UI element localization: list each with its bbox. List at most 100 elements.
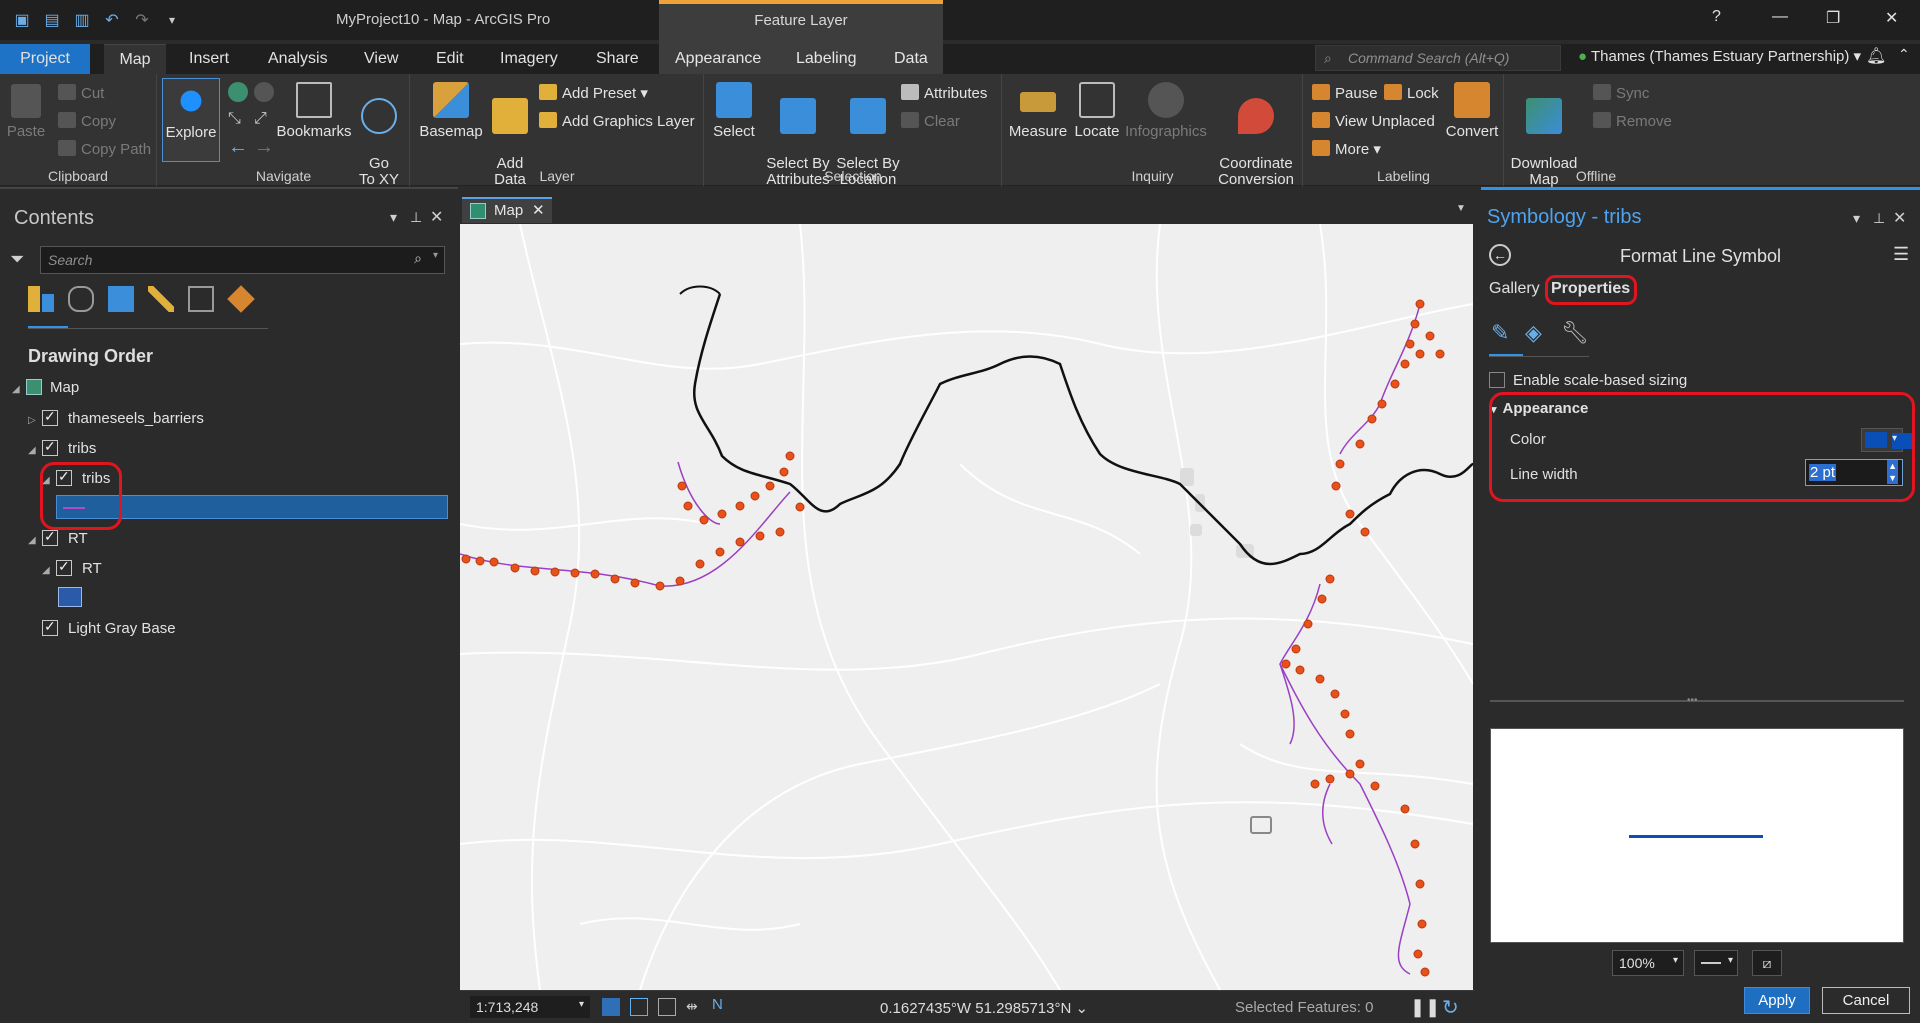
visibility-checkbox[interactable] — [42, 408, 58, 426]
minimize-button[interactable]: — — [1772, 8, 1788, 26]
pause-labeling-button[interactable]: Pause — [1312, 84, 1378, 102]
zoom-to-selected-icon[interactable] — [254, 82, 274, 102]
toc-layer-basemap[interactable]: Light Gray Base — [28, 618, 176, 637]
toc-map[interactable]: ◢ Map — [12, 379, 79, 396]
scale-based-sizing-checkbox[interactable] — [1489, 372, 1505, 388]
expand-icon[interactable]: ▷ — [28, 415, 42, 426]
locate-button[interactable]: Locate — [1071, 82, 1123, 140]
copy-path-button[interactable]: Copy Path — [58, 140, 151, 158]
tab-view[interactable]: View — [364, 44, 398, 74]
visibility-checkbox[interactable] — [42, 438, 58, 456]
full-extent-icon[interactable] — [228, 82, 248, 102]
north-arrow-icon[interactable]: N — [712, 996, 723, 1013]
collapse-icon[interactable]: ◢ — [42, 565, 56, 576]
preview-zoom-select[interactable]: 100% ▾ — [1612, 950, 1684, 976]
infographics-button[interactable]: Infographics — [1123, 82, 1209, 140]
tab-share[interactable]: Share — [596, 44, 639, 74]
convert-button[interactable]: Convert — [1444, 82, 1500, 140]
toc-layer-rt[interactable]: ◢ RT — [42, 558, 102, 577]
save-icon[interactable]: ▥ — [70, 8, 94, 32]
visibility-checkbox[interactable] — [42, 618, 58, 636]
contents-search-input[interactable]: Search ⌕ ▾ — [40, 246, 445, 274]
attributes-button[interactable]: Attributes — [901, 84, 987, 102]
layers-tab-icon[interactable]: ◈ — [1525, 320, 1551, 346]
fixed-zoom-in-icon[interactable]: ⤡ — [228, 110, 248, 130]
scale-based-sizing-option[interactable]: Enable scale-based sizing — [1489, 372, 1687, 389]
tab-labeling[interactable]: Labeling — [796, 44, 857, 74]
close-pane-icon[interactable]: ✕ — [1893, 208, 1906, 228]
scale-dropdown-icon[interactable]: ▾ — [579, 999, 584, 1010]
visibility-checkbox[interactable] — [56, 558, 72, 576]
zoom-dropdown-icon[interactable]: ▾ — [1673, 955, 1678, 966]
list-by-labeling-icon[interactable] — [227, 285, 255, 313]
menu-icon[interactable]: ☰ — [1893, 244, 1909, 265]
geometry-dropdown-icon[interactable]: ▾ — [1728, 955, 1733, 966]
view-unplaced-button[interactable]: View Unplaced — [1312, 112, 1435, 130]
preview-geometry-select[interactable]: ▾ — [1694, 950, 1738, 976]
pin-icon[interactable]: ⊥ — [1873, 210, 1885, 227]
add-graphics-layer-button[interactable]: Add Graphics Layer — [539, 112, 695, 130]
search-dropdown-icon[interactable]: ▾ — [433, 250, 438, 261]
splitter-grip-icon[interactable]: ••• — [1687, 695, 1698, 706]
toc-group-rt[interactable]: ◢ RT — [28, 528, 88, 547]
apply-button[interactable]: Apply — [1744, 987, 1810, 1014]
close-map-tab-icon[interactable]: ✕ — [532, 199, 545, 223]
close-pane-icon[interactable]: ✕ — [430, 207, 443, 227]
preview-background-toggle-icon[interactable]: ⧄ — [1752, 950, 1782, 976]
grid-icon[interactable] — [630, 998, 648, 1016]
filter-icon[interactable]: ⏷ — [10, 249, 24, 270]
user-account[interactable]: ● Thames (Thames Estuary Partnership) ▾ — [1578, 47, 1861, 65]
tab-project[interactable]: Project — [0, 44, 90, 74]
copy-button[interactable]: Copy — [58, 112, 116, 130]
cut-button[interactable]: Cut — [58, 84, 104, 102]
tab-gallery[interactable]: Gallery — [1489, 280, 1540, 298]
selected-features-count[interactable]: Selected Features: 0 — [1235, 999, 1373, 1016]
remove-button[interactable]: Remove — [1593, 112, 1672, 130]
list-by-editing-icon[interactable] — [148, 286, 174, 312]
constraints-icon[interactable]: ⇹ — [686, 998, 698, 1015]
list-by-drawing-order-icon[interactable] — [28, 286, 54, 312]
list-by-selection-icon[interactable] — [108, 286, 134, 312]
refresh-icon[interactable]: ↻ — [1442, 995, 1459, 1020]
toc-layer-thameseels-barriers[interactable]: ▷ thameseels_barriers — [28, 408, 204, 427]
more-labeling-button[interactable]: More ▾ — [1312, 140, 1381, 158]
help-button[interactable]: ? — [1712, 8, 1721, 26]
snapping-icon[interactable] — [602, 998, 620, 1016]
tab-appearance[interactable]: Appearance — [675, 44, 761, 74]
tab-imagery[interactable]: Imagery — [500, 44, 558, 74]
lock-labeling-button[interactable]: Lock — [1384, 84, 1439, 102]
collapse-icon[interactable]: ◢ — [12, 384, 26, 395]
measure-button[interactable]: Measure — [1007, 82, 1069, 140]
bookmarks-button[interactable]: Bookmarks — [276, 82, 352, 140]
visibility-checkbox[interactable] — [42, 528, 58, 546]
pane-options-icon[interactable]: ▾ — [1853, 210, 1860, 227]
add-preset-button[interactable]: Add Preset ▾ — [539, 84, 648, 102]
select-button[interactable]: Select — [709, 82, 759, 140]
next-extent-icon[interactable]: → — [254, 136, 274, 159]
pause-drawing-icon[interactable]: ❚❚ — [1410, 997, 1440, 1018]
explore-button[interactable]: Explore — [162, 78, 220, 162]
redo-icon[interactable]: ↷ — [130, 8, 154, 32]
undo-icon[interactable]: ↶ — [100, 8, 124, 32]
toc-group-tribs[interactable]: ◢ tribs — [28, 438, 96, 457]
table-icon[interactable] — [658, 998, 676, 1016]
ribbon-collapse-icon[interactable]: ⌃ — [1898, 46, 1910, 63]
tab-data[interactable]: Data — [894, 44, 928, 74]
sync-button[interactable]: Sync — [1593, 84, 1649, 102]
polygon-symbol-swatch[interactable] — [58, 587, 82, 607]
previous-extent-icon[interactable]: ← — [228, 136, 248, 159]
collapse-icon[interactable]: ◢ — [28, 445, 42, 456]
paste-button[interactable]: Paste — [6, 84, 46, 140]
close-window-button[interactable]: ✕ — [1885, 8, 1898, 28]
scale-selector[interactable]: 1:713,248 ▾ — [470, 996, 590, 1018]
map-notes-icon[interactable] — [1250, 816, 1272, 834]
tab-analysis[interactable]: Analysis — [268, 44, 328, 74]
tab-insert[interactable]: Insert — [189, 44, 229, 74]
open-project-icon[interactable]: ▤ — [40, 8, 64, 32]
notifications-bell-icon[interactable]: 🔔︎ — [1866, 46, 1886, 66]
map-canvas[interactable] — [460, 224, 1473, 990]
pin-icon[interactable]: ⊥ — [410, 209, 422, 226]
list-by-data-source-icon[interactable] — [68, 286, 94, 312]
symbol-tab-icon[interactable]: ✎ — [1491, 320, 1517, 346]
structure-tab-icon[interactable]: 🔧︎ — [1561, 320, 1589, 346]
